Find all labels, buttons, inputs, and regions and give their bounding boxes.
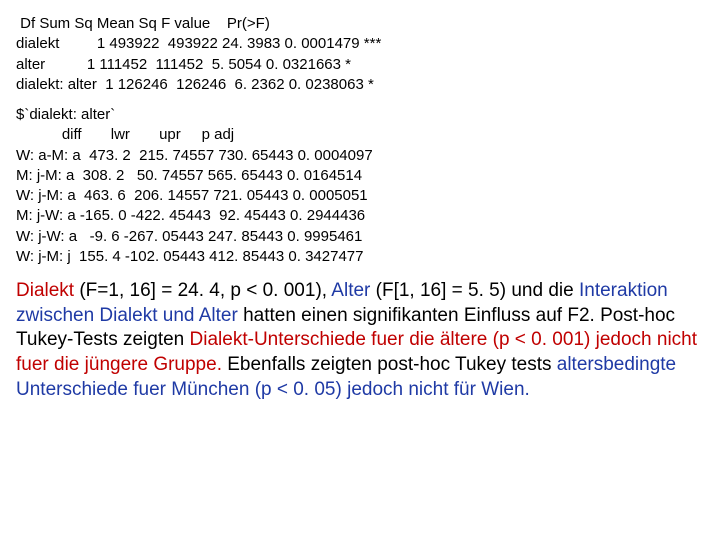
tukey-block: $`dialekt: alter` diff lwr upr p adj W: … — [16, 105, 704, 267]
term-alter: Alter — [331, 280, 375, 301]
text: (F[1, 16] = 5. 5) und die — [376, 280, 579, 301]
text: , — [322, 280, 332, 301]
text: (F=1, 16] = 24. 4, p < 0. 001) — [79, 280, 321, 301]
result-paragraph: Dialekt (F=1, 16] = 24. 4, p < 0. 001), … — [16, 279, 704, 402]
anova-block: Df Sum Sq Mean Sq F value Pr(>F) dialekt… — [16, 14, 704, 95]
text: Ebenfalls zeigten post-hoc Tukey tests — [227, 354, 557, 375]
term-dialekt: Dialekt — [16, 280, 79, 301]
